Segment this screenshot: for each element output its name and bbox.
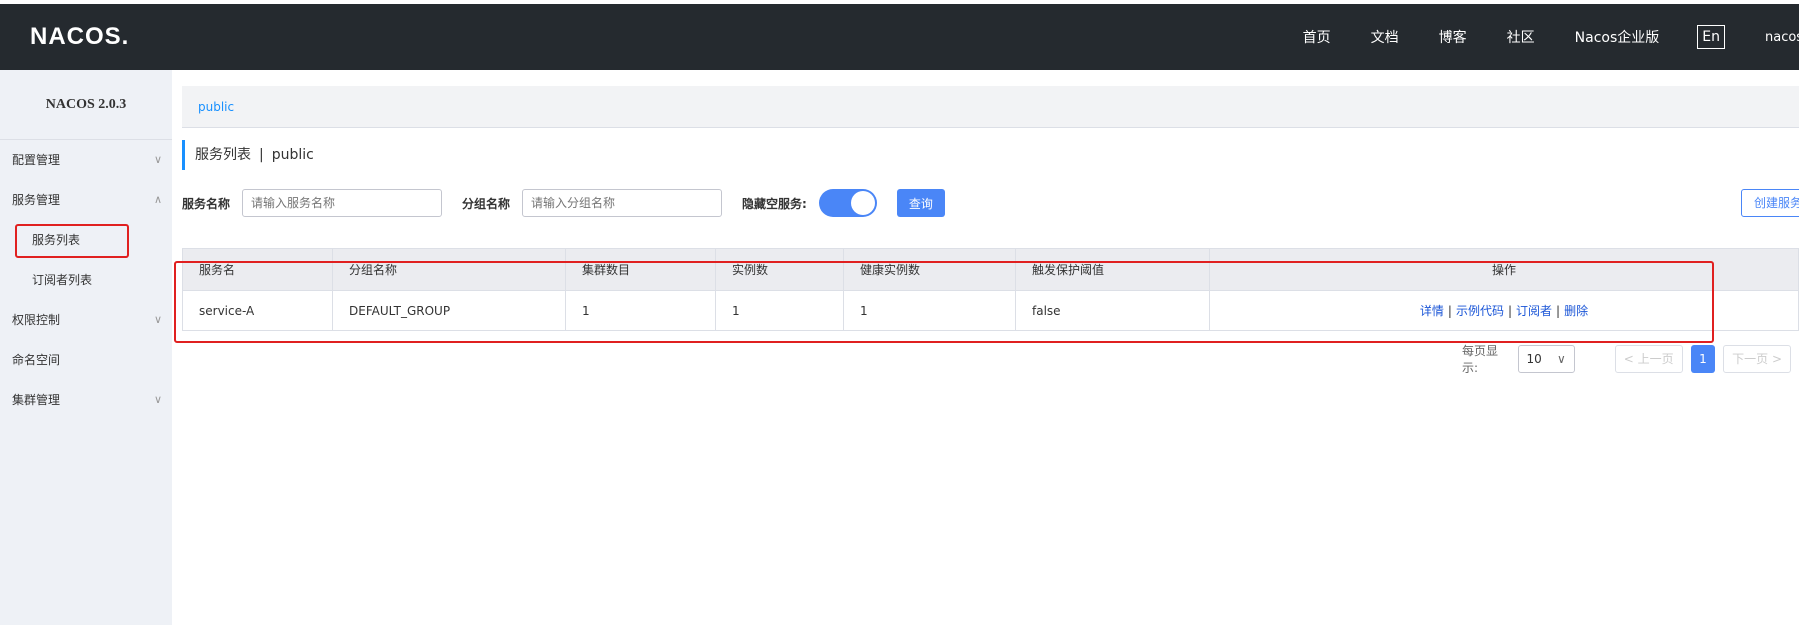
sidebar-title: NACOS 2.0.3 bbox=[0, 70, 172, 140]
query-button[interactable]: 查询 bbox=[896, 189, 945, 217]
hide-empty-toggle[interactable] bbox=[818, 189, 877, 217]
cell-service-name: service-A bbox=[182, 290, 333, 331]
group-name-label: 分组名称 bbox=[462, 196, 511, 211]
sidebar-item-label: 命名空间 bbox=[12, 353, 61, 367]
sidebar: NACOS 2.0.3 配置管理 ∨ 服务管理 ∧ 服务列表 订阅者列表 权限控… bbox=[0, 70, 172, 625]
pagination: 每页显示: 10 ∨ < 上一页 1 下一页 > bbox=[1462, 344, 1799, 375]
hide-empty-label: 隐藏空服务: bbox=[742, 196, 807, 211]
nav-community[interactable]: 社区 bbox=[1507, 27, 1535, 47]
chevron-down-icon: ∨ bbox=[153, 153, 162, 166]
chevron-down-icon: ∨ bbox=[153, 313, 162, 326]
sample-code-link[interactable]: 示例代码 bbox=[1456, 304, 1504, 318]
main-content: public 服务列表 | public 服务名称 分组名称 隐藏空服务: 查询 创… bbox=[182, 70, 1799, 625]
col-group-name: 分组名称 bbox=[332, 248, 566, 291]
col-healthy-count: 健康实例数 bbox=[843, 248, 1016, 291]
sidebar-item-label: 权限控制 bbox=[12, 313, 61, 327]
cell-instance-count: 1 bbox=[715, 290, 844, 331]
sidebar-item-label: 集群管理 bbox=[12, 393, 61, 407]
nav-docs[interactable]: 文档 bbox=[1371, 27, 1399, 47]
top-nav: 首页 文档 博客 社区 Nacos企业版 En nacos bbox=[1303, 4, 1799, 70]
chevron-up-icon: ∧ bbox=[153, 193, 162, 206]
top-navbar: NACOS. 首页 文档 博客 社区 Nacos企业版 En nacos bbox=[0, 4, 1799, 70]
service-table: 服务名 分组名称 集群数目 实例数 健康实例数 触发保护阈值 操作 servic… bbox=[182, 248, 1799, 331]
chevron-down-icon: ∨ bbox=[1556, 352, 1566, 366]
op-separator: | bbox=[1447, 304, 1452, 318]
sidebar-item-label: 订阅者列表 bbox=[32, 273, 93, 287]
op-separator: | bbox=[1507, 304, 1513, 318]
nav-blog[interactable]: 博客 bbox=[1439, 27, 1467, 47]
table-header-row: 服务名 分组名称 集群数目 实例数 健康实例数 触发保护阈值 操作 bbox=[182, 248, 1799, 291]
col-service-name: 服务名 bbox=[182, 248, 333, 291]
table-row: service-A DEFAULT_GROUP 1 1 1 false 详情 | 示… bbox=[182, 290, 1799, 331]
sidebar-item-label: 服务管理 bbox=[12, 193, 61, 207]
sidebar-item-cluster[interactable]: 集群管理 ∨ bbox=[0, 380, 172, 420]
sidebar-item-subscribers[interactable]: 订阅者列表 bbox=[0, 260, 172, 300]
toggle-knob bbox=[850, 191, 875, 215]
sidebar-item-service-list[interactable]: 服务列表 bbox=[0, 220, 172, 260]
detail-link[interactable]: 详情 bbox=[1420, 304, 1444, 318]
sidebar-item-auth[interactable]: 权限控制 ∨ bbox=[0, 300, 172, 340]
subscribers-link[interactable]: 订阅者 bbox=[1516, 304, 1552, 318]
col-operations: 操作 bbox=[1209, 248, 1799, 291]
namespace-tab-public[interactable]: public bbox=[198, 100, 234, 114]
chevron-down-icon: ∨ bbox=[153, 393, 162, 406]
op-separator: | bbox=[1556, 304, 1561, 318]
nav-home[interactable]: 首页 bbox=[1303, 27, 1331, 47]
nav-enterprise[interactable]: Nacos企业版 bbox=[1575, 27, 1660, 47]
service-name-label: 服务名称 bbox=[182, 196, 231, 211]
cell-cluster-count: 1 bbox=[565, 290, 716, 331]
col-protect-threshold: 触发保护阈值 bbox=[1015, 248, 1210, 291]
sidebar-item-service-mgmt[interactable]: 服务管理 ∧ bbox=[0, 180, 172, 220]
prev-page-button[interactable]: < 上一页 bbox=[1614, 345, 1683, 373]
title-separator: | bbox=[259, 147, 264, 163]
highlight-box bbox=[15, 224, 129, 258]
col-cluster-count: 集群数目 bbox=[565, 248, 716, 291]
sidebar-item-label: 配置管理 bbox=[12, 153, 61, 167]
page-title-text: 服务列表 bbox=[195, 147, 251, 163]
cell-protect-threshold: false bbox=[1015, 290, 1210, 331]
cell-operations: 详情 | 示例代码 | 订阅者 | 删除 bbox=[1209, 290, 1799, 331]
user-menu[interactable]: nacos bbox=[1765, 30, 1799, 45]
group-name-input[interactable] bbox=[522, 189, 723, 217]
page-1-button[interactable]: 1 bbox=[1690, 345, 1716, 373]
page-size-value: 10 bbox=[1526, 352, 1542, 366]
filter-bar: 服务名称 分组名称 隐藏空服务: 查询 bbox=[182, 189, 945, 217]
cell-healthy-count: 1 bbox=[843, 290, 1016, 331]
sidebar-item-config[interactable]: 配置管理 ∨ bbox=[0, 140, 172, 180]
next-page-button[interactable]: 下一页 > bbox=[1723, 345, 1791, 373]
col-instance-count: 实例数 bbox=[715, 248, 844, 291]
page-size-label: 每页显示: bbox=[1462, 344, 1499, 375]
nacos-logo[interactable]: NACOS. bbox=[30, 23, 129, 51]
page-title-namespace: public bbox=[271, 147, 314, 163]
delete-link[interactable]: 删除 bbox=[1564, 304, 1588, 318]
create-service-button[interactable]: 创建服务 bbox=[1741, 189, 1799, 217]
sidebar-item-namespace[interactable]: 命名空间 bbox=[0, 340, 172, 380]
cell-group-name: DEFAULT_GROUP bbox=[332, 290, 566, 331]
namespace-bar: public bbox=[182, 86, 1799, 128]
service-name-input[interactable] bbox=[242, 189, 443, 217]
page-size-select[interactable]: 10 ∨ bbox=[1517, 345, 1575, 373]
language-switch[interactable]: En bbox=[1697, 25, 1725, 49]
page-title: 服务列表 | public bbox=[182, 140, 314, 170]
